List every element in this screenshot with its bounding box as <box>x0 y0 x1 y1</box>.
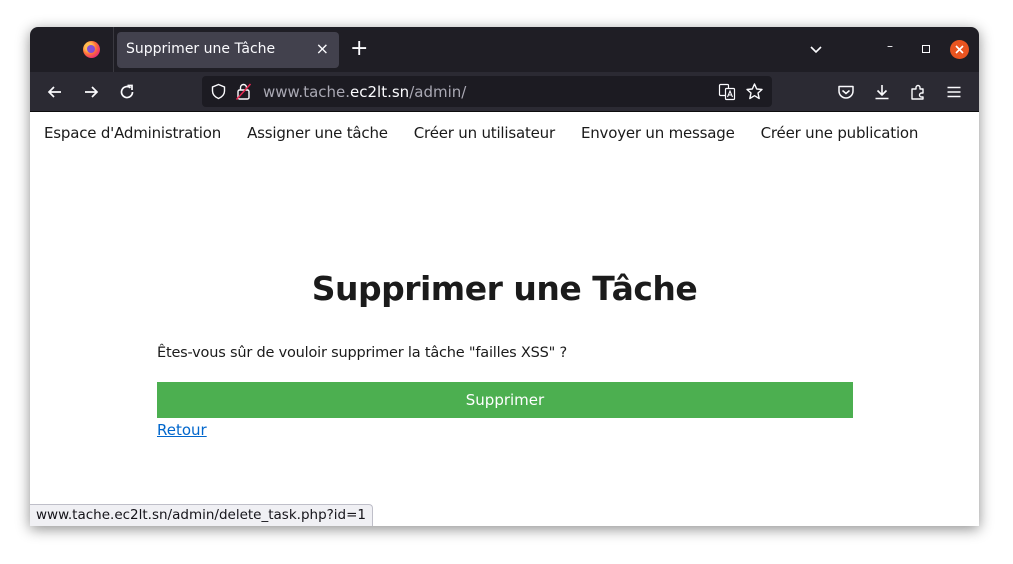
insecure-lock-icon[interactable] <box>235 82 252 101</box>
new-tab-button[interactable]: + <box>350 37 368 61</box>
chevron-down-icon[interactable] <box>808 41 824 57</box>
delete-button[interactable]: Supprimer <box>157 382 853 418</box>
minimize-button[interactable]: – <box>887 39 893 53</box>
tab-title: Supprimer une Tâche <box>126 41 276 57</box>
menu-icon[interactable] <box>944 82 964 102</box>
nav-create-user[interactable]: Créer un utilisateur <box>414 124 555 142</box>
download-icon[interactable] <box>872 82 892 102</box>
admin-nav: Espace d'Administration Assigner une tâch… <box>44 123 944 143</box>
reload-icon[interactable] <box>117 82 137 102</box>
nav-admin-space[interactable]: Espace d'Administration <box>44 124 221 142</box>
url-domain: ec2lt.sn <box>350 83 410 101</box>
forward-arrow-icon[interactable] <box>81 82 101 102</box>
link-status-bar: www.tache.ec2lt.sn/admin/delete_task.php… <box>30 504 374 526</box>
navigation-toolbar: www.tache.ec2lt.sn/admin/ <box>30 72 979 112</box>
back-arrow-icon[interactable] <box>45 82 65 102</box>
bookmark-star-icon[interactable] <box>745 82 764 101</box>
close-icon <box>955 45 964 54</box>
page-title: Supprimer une Tâche <box>311 269 698 308</box>
nav-send-message[interactable]: Envoyer un message <box>581 124 735 142</box>
nav-assign-task[interactable]: Assigner une tâche <box>247 124 388 142</box>
tab-divider <box>113 27 114 72</box>
confirmation-text: Êtes-vous sûr de vouloir supprimer la tâ… <box>157 345 568 361</box>
page-content: Espace d'Administration Assigner une tâch… <box>30 113 979 526</box>
nav-create-publication[interactable]: Créer une publication <box>761 124 919 142</box>
window-close-button[interactable] <box>950 40 969 59</box>
url-prefix: www.tache. <box>263 83 351 101</box>
browser-window: Supprimer une Tâche × + – www.tache.ec2l… <box>30 27 979 526</box>
pocket-icon[interactable] <box>836 82 856 102</box>
extensions-icon[interactable] <box>908 82 928 102</box>
back-link[interactable]: Retour <box>157 421 207 439</box>
firefox-logo-icon <box>83 41 100 58</box>
tab-close-icon[interactable]: × <box>316 38 329 60</box>
shield-icon[interactable] <box>210 83 227 100</box>
url-bar[interactable]: www.tache.ec2lt.sn/admin/ <box>202 76 772 107</box>
url-path: /admin/ <box>409 83 467 101</box>
tab-active[interactable]: Supprimer une Tâche × <box>117 32 339 68</box>
maximize-button[interactable] <box>922 45 930 53</box>
url-text[interactable]: www.tache.ec2lt.sn/admin/ <box>263 83 466 101</box>
translate-icon[interactable] <box>718 83 736 101</box>
title-bar: Supprimer une Tâche × + – <box>30 27 979 72</box>
